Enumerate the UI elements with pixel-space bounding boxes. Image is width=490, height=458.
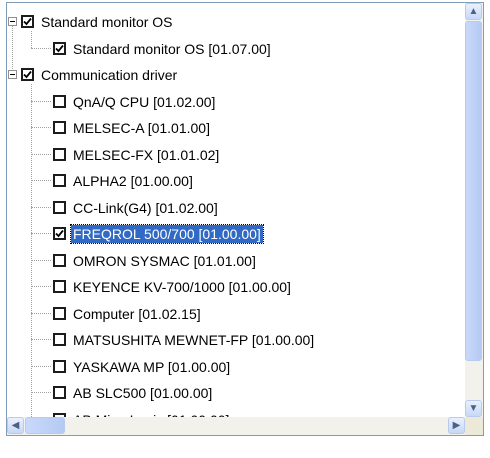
tree-item-label: Communication driver	[41, 67, 178, 83]
checkbox-unchecked[interactable]	[53, 253, 66, 267]
scroll-down-button[interactable]: ▼	[465, 400, 482, 417]
tree-item[interactable]: Computer [01.02.15]	[7, 303, 465, 325]
checkbox-checked[interactable]	[21, 68, 34, 81]
checkbox-unchecked[interactable]	[53, 200, 66, 214]
tree-item[interactable]: AB MicroLogix [01.00.00]	[7, 409, 465, 417]
tree-item[interactable]: QnA/Q CPU [01.02.00]	[7, 91, 465, 113]
tree-item[interactable]: YASKAWA MP [01.00.00]	[7, 356, 465, 378]
scroll-left-button[interactable]: ◀	[7, 417, 24, 434]
tree-connector	[12, 26, 13, 69]
tree-content: Standard monitor OS Standard monitor OS […	[7, 3, 465, 417]
tree-item-label: Standard monitor OS [01.07.00]	[73, 40, 271, 57]
tree-item[interactable]: FREQROL 500/700 [01.00.00]	[7, 223, 465, 245]
tree-item-label: QnA/Q CPU [01.02.00]	[73, 93, 216, 110]
tree-item[interactable]: KEYENCE KV-700/1000 [01.00.00]	[7, 276, 465, 298]
tree-item-label: YASKAWA MP [01.00.00]	[73, 358, 231, 375]
tree-item[interactable]: MATSUSHITA MEWNET-FP [01.00.00]	[7, 329, 465, 351]
chevron-up-icon: ▲	[468, 6, 479, 17]
tree-item-label: MELSEC-FX [01.01.02]	[73, 146, 220, 163]
vertical-scrollbar[interactable]: ▲ ▼	[465, 3, 483, 417]
tree-item-label: AB SLC500 [01.00.00]	[73, 385, 213, 401]
checkbox-checked[interactable]	[53, 41, 66, 55]
scrollbar-corner	[465, 417, 483, 435]
checkbox-unchecked[interactable]	[53, 386, 66, 399]
checkbox-unchecked[interactable]	[53, 333, 66, 346]
tree-item[interactable]: Communication driver	[7, 64, 465, 86]
checkbox-checked[interactable]	[53, 227, 66, 240]
tree-item[interactable]: Standard monitor OS [01.07.00]	[7, 38, 465, 60]
chevron-left-icon: ◀	[11, 420, 20, 431]
tree-item[interactable]: Standard monitor OS	[7, 11, 465, 33]
tree-item[interactable]: OMRON SYSMAC [01.01.00]	[7, 250, 465, 272]
checkbox-unchecked[interactable]	[53, 174, 66, 187]
tree-item-label: ALPHA2 [01.00.00]	[73, 173, 193, 189]
tree-item-label: Computer [01.02.15]	[73, 305, 201, 322]
tree-item-label: KEYENCE KV-700/1000 [01.00.00]	[73, 279, 291, 295]
horizontal-scroll-thumb[interactable]	[25, 417, 65, 434]
collapse-toggle-icon[interactable]	[8, 17, 17, 26]
scroll-up-button[interactable]: ▲	[465, 3, 482, 20]
tree-item-label: MATSUSHITA MEWNET-FP [01.00.00]	[73, 332, 315, 348]
checkbox-unchecked[interactable]	[53, 280, 66, 293]
tree-item[interactable]: MELSEC-A [01.01.00]	[7, 117, 465, 139]
scroll-right-button[interactable]: ▶	[448, 417, 465, 434]
vertical-scroll-thumb[interactable]	[465, 21, 482, 361]
tree-item-label: CC-Link(G4) [01.02.00]	[73, 199, 218, 216]
tree-item-label: MELSEC-A [01.01.00]	[73, 120, 210, 136]
checkbox-unchecked[interactable]	[53, 306, 66, 320]
tree-connector	[31, 84, 32, 417]
horizontal-scrollbar[interactable]: ◀ ▶	[7, 417, 465, 435]
tree-item-label: OMRON SYSMAC [01.01.00]	[73, 252, 256, 269]
tree-item-label: Standard monitor OS	[41, 14, 173, 30]
chevron-right-icon: ▶	[452, 420, 461, 431]
tree-item[interactable]: CC-Link(G4) [01.02.00]	[7, 197, 465, 219]
checkbox-unchecked[interactable]	[53, 121, 66, 134]
tree-item[interactable]: MELSEC-FX [01.01.02]	[7, 144, 465, 166]
collapse-toggle-icon[interactable]	[8, 70, 17, 79]
tree-item[interactable]: ALPHA2 [01.00.00]	[7, 170, 465, 192]
checkbox-unchecked[interactable]	[53, 359, 66, 373]
checkbox-unchecked[interactable]	[53, 147, 66, 161]
checkbox-checked[interactable]	[21, 15, 34, 28]
tree-item[interactable]: AB SLC500 [01.00.00]	[7, 382, 465, 404]
tree-connector	[31, 31, 32, 48]
checkbox-unchecked[interactable]	[53, 94, 66, 108]
tree-item-label: FREQROL 500/700 [01.00.00]	[70, 224, 264, 244]
chevron-down-icon: ▼	[468, 403, 479, 414]
component-tree-view[interactable]: Standard monitor OS Standard monitor OS […	[6, 2, 484, 436]
